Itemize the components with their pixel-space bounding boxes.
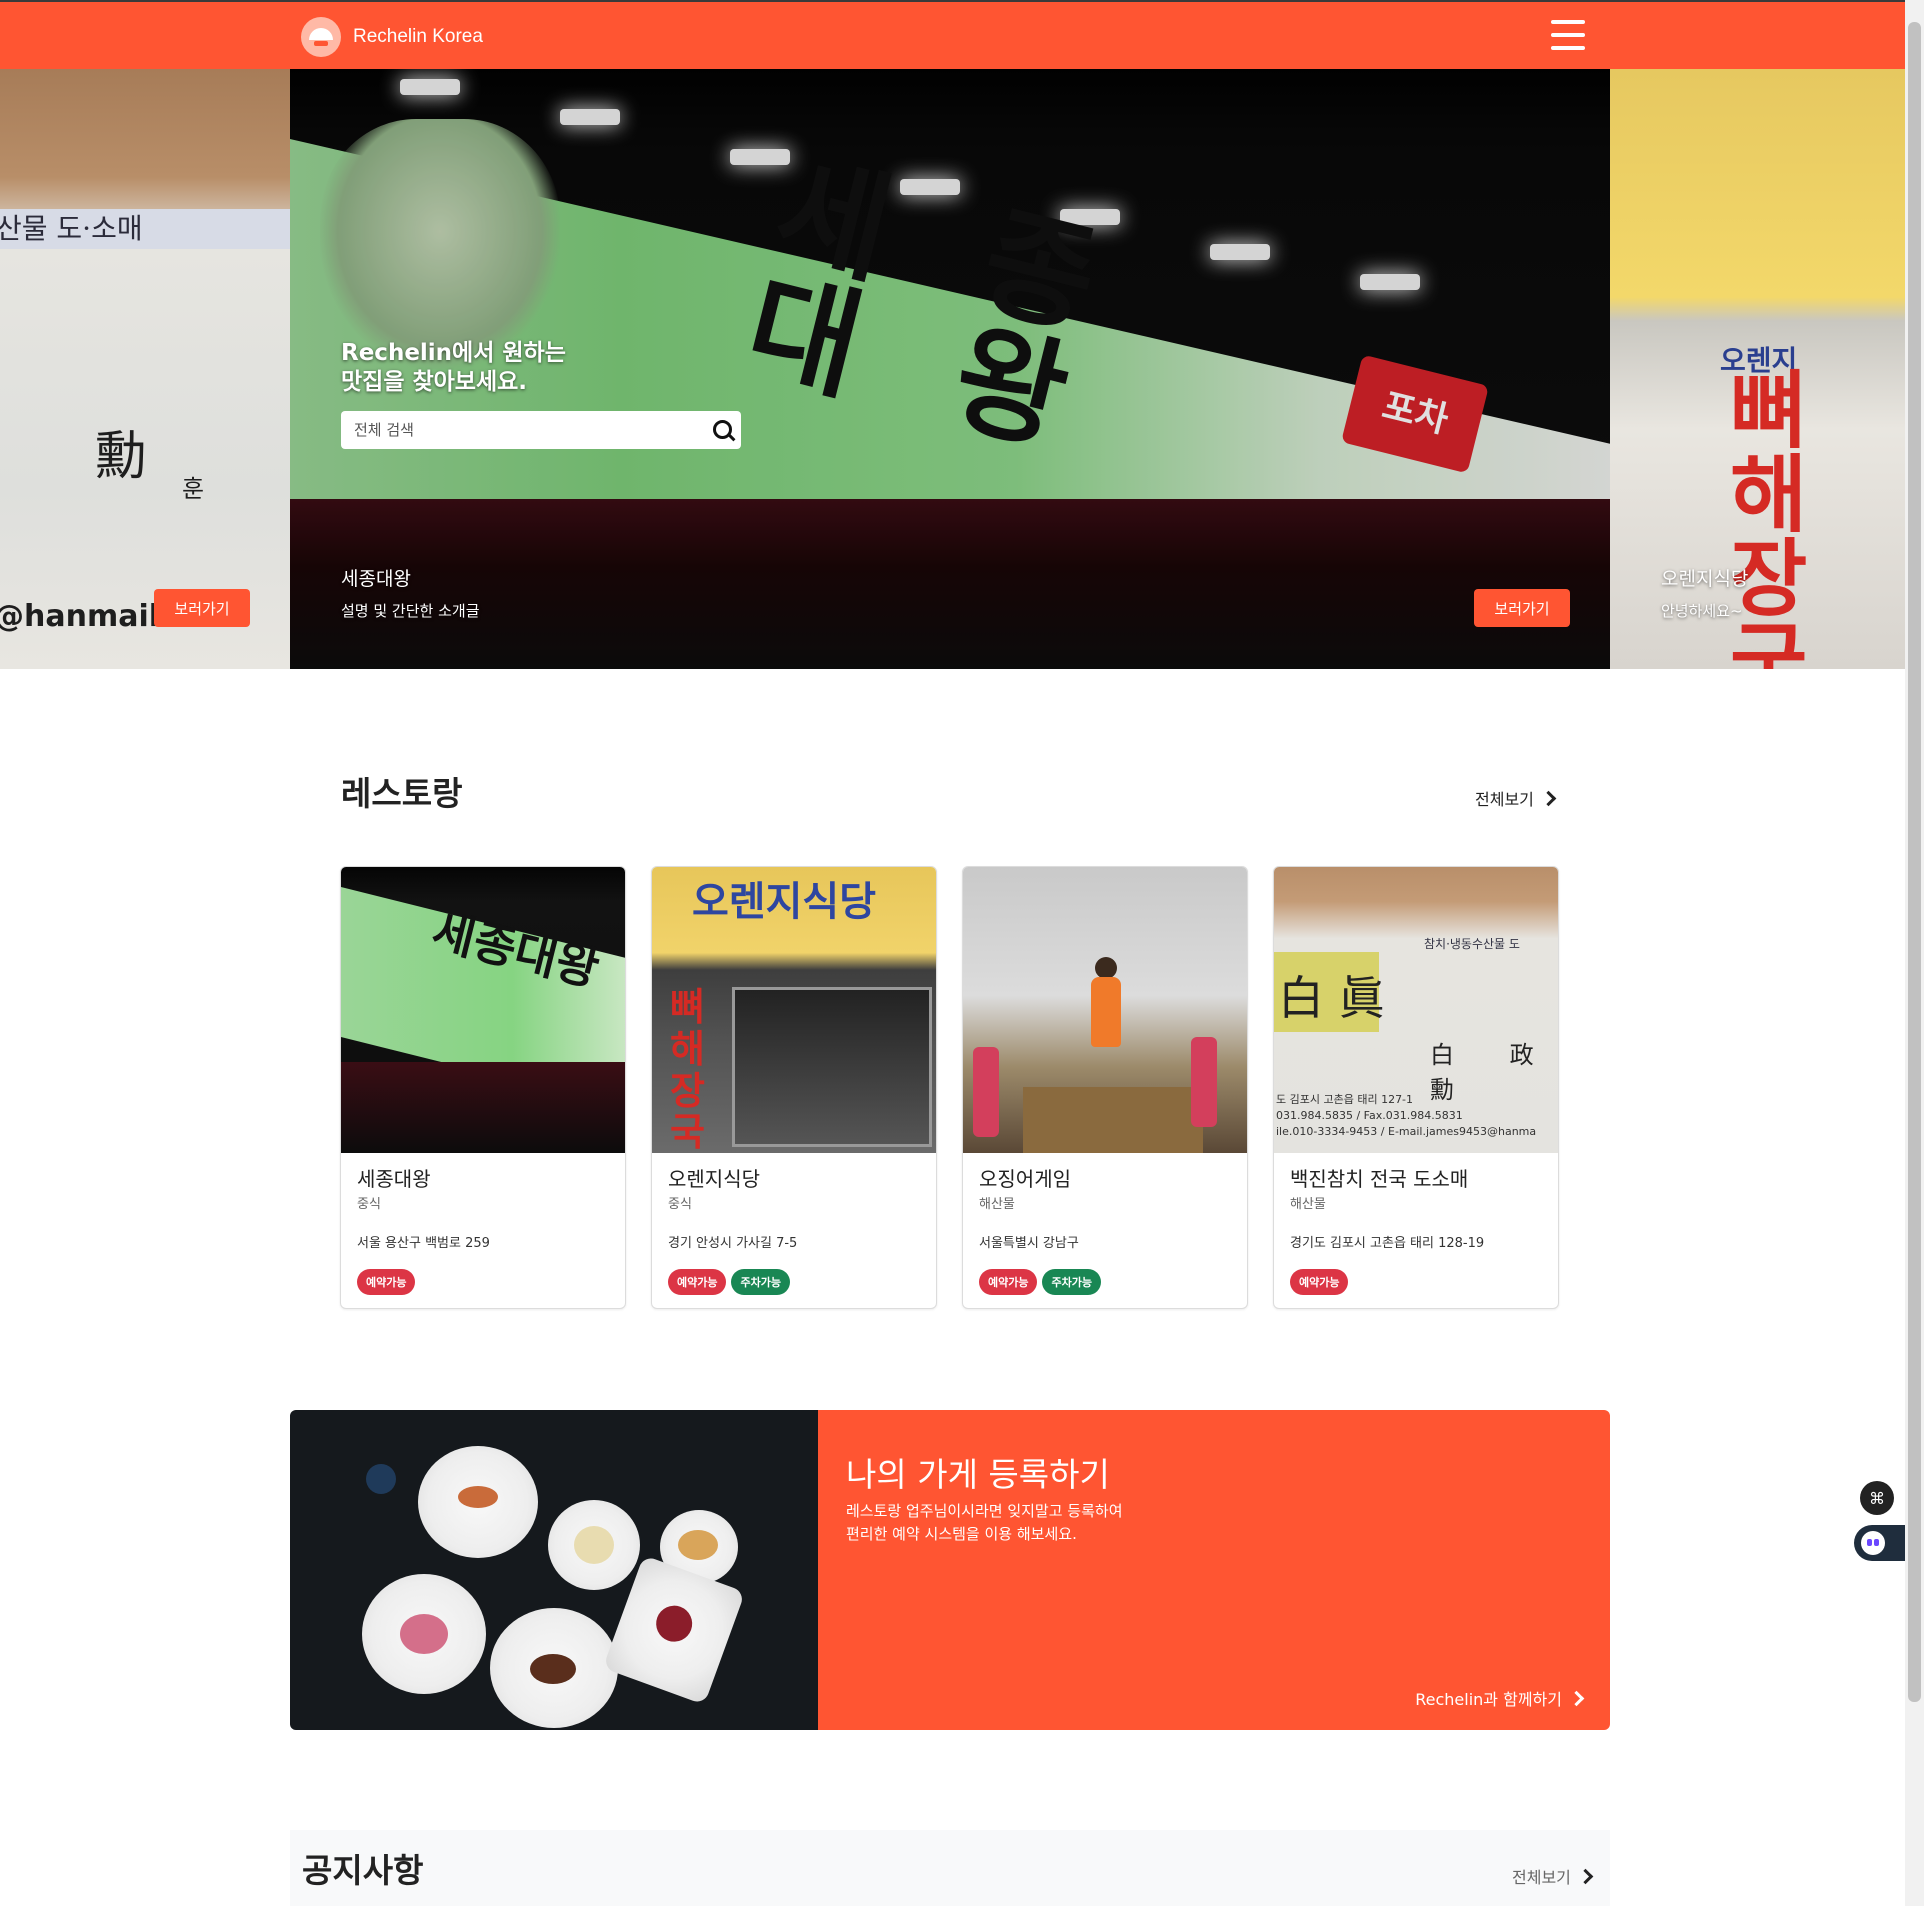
- slide-caption-title: 세종대왕: [341, 568, 411, 590]
- restaurant-category: 중식: [357, 1197, 381, 1212]
- register-banner-panel: 나의 가게 등록하기 레스토랑 업주님이시라면 잊지말고 등록하여 편리한 예약…: [818, 1410, 1610, 1730]
- notice-title: 공지사항: [302, 1851, 424, 1890]
- restaurant-card[interactable]: 세종대왕 세종대왕 중식 서울 용산구 백범로 259 예약가능: [340, 866, 626, 1309]
- restaurants-title: 레스토랑: [341, 774, 463, 813]
- search-icon[interactable]: [703, 411, 741, 449]
- search-box: [341, 411, 741, 449]
- command-icon[interactable]: ⌘: [1860, 1481, 1894, 1515]
- badge-reservation: 예약가능: [1290, 1269, 1349, 1295]
- navbar: Rechelin Korea: [0, 2, 1905, 69]
- register-banner-photo: [290, 1410, 818, 1730]
- slide-art-hanja: 勳: [95, 427, 148, 487]
- brand-name: Rechelin Korea: [353, 26, 483, 47]
- restaurant-address: 서울특별시 강남구: [979, 1236, 1079, 1251]
- scrollbar[interactable]: [1905, 0, 1924, 1906]
- hamburger-icon[interactable]: [1551, 20, 1585, 50]
- brand-logo-icon: [301, 17, 341, 57]
- chevron-right-icon: [1577, 1868, 1594, 1884]
- slide-prev-view-button[interactable]: 보러가기: [154, 589, 250, 627]
- slide-next-caption-subtitle: 안녕하세요~: [1661, 602, 1743, 620]
- chatbot-icon[interactable]: [1854, 1525, 1905, 1561]
- search-input[interactable]: [341, 411, 703, 449]
- restaurant-category: 중식: [668, 1197, 692, 1212]
- restaurant-category: 해산물: [979, 1197, 1015, 1212]
- brand[interactable]: Rechelin Korea: [301, 17, 483, 57]
- register-description: 레스토랑 업주님이시라면 잊지말고 등록하여 편리한 예약 시스템을 이용 해보…: [846, 1502, 1123, 1543]
- badge-reservation: 예약가능: [979, 1269, 1038, 1295]
- slide-next-caption-title: 오렌지식당: [1661, 568, 1749, 590]
- slide-view-button[interactable]: 보러가기: [1474, 589, 1570, 627]
- restaurant-card[interactable]: 참치·냉동수산물 도 白 眞 白 政 勳 도 김포시 고촌읍 태리 127-1 …: [1273, 866, 1559, 1309]
- slide-caption-subtitle: 설명 및 간단한 소개글: [341, 602, 480, 620]
- restaurant-photo: 오렌지식당 뼈해장국: [652, 867, 936, 1153]
- badge-reservation: 예약가능: [357, 1269, 416, 1295]
- slide-art-banner: 산물 도·소매: [0, 209, 290, 249]
- carousel-slide-next[interactable]: 오렌지 뼈해장국: [1610, 69, 1905, 669]
- restaurant-address: 서울 용산구 백범로 259: [357, 1236, 490, 1251]
- restaurant-name: 오렌지식당: [668, 1167, 760, 1191]
- restaurant-photo: 세종대왕: [341, 867, 625, 1153]
- restaurant-address: 경기도 김포시 고촌읍 태리 128-19: [1290, 1236, 1485, 1251]
- register-store-banner: 나의 가게 등록하기 레스토랑 업주님이시라면 잊지말고 등록하여 편리한 예약…: [290, 1410, 1610, 1730]
- restaurant-name: 오징어게임: [979, 1167, 1071, 1191]
- restaurants-view-all-link[interactable]: 전체보기: [1475, 786, 1557, 810]
- restaurant-card[interactable]: 오징어게임 해산물 서울특별시 강남구 예약가능 주차가능: [962, 866, 1248, 1309]
- restaurant-name: 세종대왕: [357, 1167, 431, 1191]
- hero-carousel: 산물 도·소매 勳 훈 @hanmail.net 보러가기 세 종 대 왕 포차: [0, 69, 1905, 669]
- page: Rechelin Korea 산물 도·소매 勳 훈 @hanmail.net …: [0, 0, 1924, 1906]
- badge-reservation: 예약가능: [668, 1269, 727, 1295]
- restaurant-card[interactable]: 오렌지식당 뼈해장국 오렌지식당 중식 경기 안성시 가사길 7-5 예약가능 …: [651, 866, 937, 1309]
- restaurant-name: 백진참치 전국 도소매: [1290, 1167, 1469, 1191]
- slide-art-hanja-reading: 훈: [182, 475, 205, 503]
- carousel-slide-prev[interactable]: 산물 도·소매 勳 훈 @hanmail.net 보러가기: [0, 69, 290, 669]
- badge-parking: 주차가능: [1042, 1269, 1101, 1295]
- notice-view-all-link[interactable]: 전체보기: [1512, 1864, 1594, 1888]
- hero-heading: Rechelin에서 원하는 맛집을 찾아보세요.: [341, 340, 566, 395]
- register-join-link[interactable]: Rechelin과 함께하기: [1415, 1686, 1585, 1710]
- restaurant-photo: [963, 867, 1247, 1153]
- register-title: 나의 가게 등록하기: [846, 1455, 1110, 1494]
- badge-parking: 주차가능: [731, 1269, 790, 1295]
- notice-section: 공지사항 전체보기: [290, 1830, 1610, 1906]
- slide-art-vertical: 뼈해장국: [1730, 362, 1808, 669]
- chevron-right-icon: [1540, 790, 1557, 806]
- restaurant-address: 경기 안성시 가사길 7-5: [668, 1236, 798, 1251]
- restaurant-category: 해산물: [1290, 1197, 1326, 1212]
- scrollbar-thumb[interactable]: [1908, 22, 1921, 1702]
- restaurant-photo: 참치·냉동수산물 도 白 眞 白 政 勳 도 김포시 고촌읍 태리 127-1 …: [1274, 867, 1558, 1153]
- chevron-right-icon: [1568, 1690, 1585, 1706]
